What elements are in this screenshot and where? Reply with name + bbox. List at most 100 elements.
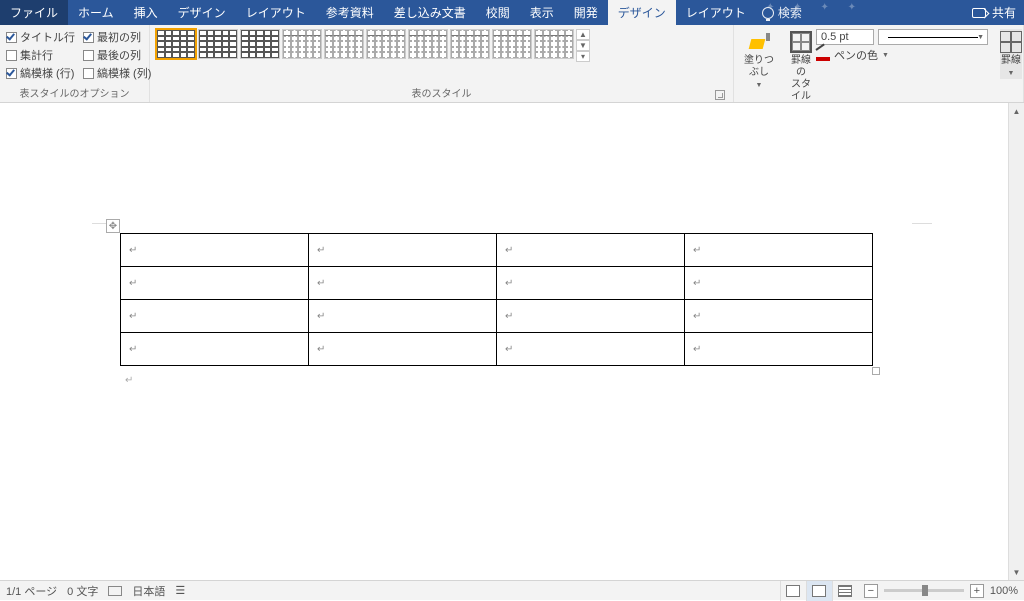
tab-table-design[interactable]: デザイン: [608, 0, 676, 25]
chk-first-col[interactable]: 最初の列: [83, 29, 151, 45]
table-cell[interactable]: ↵: [309, 333, 497, 366]
table-row[interactable]: ↵↵↵↵: [121, 234, 873, 267]
table-cell[interactable]: ↵: [121, 234, 309, 267]
zoom-slider[interactable]: [884, 589, 964, 592]
table-cell[interactable]: ↵: [497, 300, 685, 333]
accessibility-icon[interactable]: ☰: [175, 584, 185, 597]
share-icon: [972, 8, 986, 18]
gallery-scroll-up[interactable]: ▲: [576, 29, 590, 40]
pen-color-button[interactable]: ペンの色 ▼: [816, 47, 988, 63]
print-layout-icon: [812, 585, 826, 597]
table-move-handle[interactable]: ✥: [106, 219, 120, 233]
group-table-styles: ▲ ▼ ▾ 表のスタイル: [150, 25, 734, 102]
web-layout-icon: [838, 585, 852, 597]
table-cell[interactable]: ↵: [309, 300, 497, 333]
document-area[interactable]: ✥ ↵↵↵↵↵↵↵↵↵↵↵↵↵↵↵↵ ↵ ▲ ▼: [0, 103, 1024, 580]
table-style-thumb[interactable]: [534, 29, 574, 59]
document-table[interactable]: ↵↵↵↵↵↵↵↵↵↵↵↵↵↵↵↵: [120, 233, 873, 366]
table-row[interactable]: ↵↵↵↵: [121, 333, 873, 366]
view-read-mode[interactable]: [780, 581, 806, 601]
table-cell[interactable]: ↵: [497, 234, 685, 267]
table-resize-handle[interactable]: [872, 367, 880, 375]
zoom-percent[interactable]: 100%: [990, 585, 1018, 597]
tab-developer[interactable]: 開発: [564, 0, 608, 25]
tab-table-layout[interactable]: レイアウト: [676, 0, 756, 25]
language-indicator[interactable]: 日本語: [132, 583, 165, 599]
border-styles-button[interactable]: 罫線の スタイル ▼: [790, 29, 812, 112]
table-row[interactable]: ↵↵↵↵: [121, 300, 873, 333]
paragraph-mark: ↵: [125, 375, 133, 386]
view-web-layout[interactable]: [832, 581, 858, 601]
chk-last-col[interactable]: 最後の列: [83, 47, 151, 63]
gallery-expand[interactable]: ▾: [576, 51, 590, 62]
table-row[interactable]: ↵↵↵↵: [121, 267, 873, 300]
share-button[interactable]: 共有: [992, 4, 1016, 21]
checkbox-icon: [6, 32, 17, 43]
zoom-in-button[interactable]: +: [970, 584, 984, 598]
read-mode-icon: [786, 585, 800, 597]
chk-banded-cols[interactable]: 縞模様 (列): [83, 65, 151, 81]
table-cell[interactable]: ↵: [121, 267, 309, 300]
line-style-selector[interactable]: ▼: [878, 29, 988, 45]
vertical-scrollbar[interactable]: ▲ ▼: [1008, 103, 1024, 580]
chk-label: 縞模様 (列): [97, 65, 151, 81]
table-cell[interactable]: ↵: [309, 234, 497, 267]
table-cell[interactable]: ↵: [685, 267, 873, 300]
table-style-thumb[interactable]: [240, 29, 280, 59]
group-style-options: タイトル行 最初の列 集計行 最後の列 縞模様 (行) 縞模様 (列) 表スタイ…: [0, 25, 150, 102]
chk-label: 最後の列: [97, 47, 141, 63]
chk-banded-rows[interactable]: 縞模様 (行): [6, 65, 75, 81]
tab-insert[interactable]: 挿入: [124, 0, 168, 25]
btn-label: ペンの色: [834, 47, 878, 63]
table-cell[interactable]: ↵: [121, 300, 309, 333]
table-style-thumb[interactable]: [450, 29, 490, 59]
gallery-scroll-down[interactable]: ▼: [576, 40, 590, 51]
checkbox-icon: [83, 50, 94, 61]
table-style-thumb[interactable]: [198, 29, 238, 59]
checkbox-icon: [83, 32, 94, 43]
chk-total-row[interactable]: 集計行: [6, 47, 75, 63]
table-style-thumb[interactable]: [408, 29, 448, 59]
borders-grid-icon: [1000, 31, 1022, 53]
checkbox-icon: [6, 68, 17, 79]
borders-button[interactable]: 罫線▼: [1000, 29, 1022, 79]
margin-mark-right: [912, 223, 932, 224]
border-weight-selector[interactable]: 0.5 pt ▼: [816, 29, 988, 45]
zoom-slider-thumb[interactable]: [922, 585, 928, 596]
tab-file[interactable]: ファイル: [0, 0, 68, 25]
scroll-down-button[interactable]: ▼: [1009, 564, 1024, 580]
tab-design[interactable]: デザイン: [168, 0, 236, 25]
table-style-thumb[interactable]: [366, 29, 406, 59]
tab-home[interactable]: ホーム: [68, 0, 124, 25]
view-print-layout[interactable]: [806, 581, 832, 601]
table-cell[interactable]: ↵: [121, 333, 309, 366]
btn-label: 罫線の スタイル: [790, 55, 812, 103]
spellcheck-icon[interactable]: [108, 586, 122, 596]
btn-label: 罫線: [1001, 55, 1021, 66]
dialog-launcher-icon[interactable]: [715, 90, 725, 100]
table-cell[interactable]: ↵: [497, 333, 685, 366]
table-style-thumb[interactable]: [492, 29, 532, 59]
shading-button[interactable]: 塗りつぶし▼: [740, 29, 778, 91]
tab-layout[interactable]: レイアウト: [236, 0, 316, 25]
zoom-out-button[interactable]: −: [864, 584, 878, 598]
tab-references[interactable]: 参考資料: [316, 0, 384, 25]
table-cell[interactable]: ↵: [685, 300, 873, 333]
word-count[interactable]: 0 文字: [67, 583, 98, 599]
table-style-thumb[interactable]: [156, 29, 196, 59]
table-cell[interactable]: ↵: [309, 267, 497, 300]
table-style-thumb[interactable]: [324, 29, 364, 59]
table-cell[interactable]: ↵: [497, 267, 685, 300]
table-style-thumb[interactable]: [282, 29, 322, 59]
group-shading: 塗りつぶし▼: [734, 25, 784, 102]
btn-label: 塗りつぶし: [744, 55, 774, 78]
tab-view[interactable]: 表示: [520, 0, 564, 25]
scroll-up-button[interactable]: ▲: [1009, 103, 1024, 119]
page-indicator[interactable]: 1/1 ページ: [6, 583, 57, 599]
table-cell[interactable]: ↵: [685, 234, 873, 267]
tab-review[interactable]: 校閲: [476, 0, 520, 25]
menu-bar: ファイル ホーム 挿入 デザイン レイアウト 参考資料 差し込み文書 校閲 表示…: [0, 0, 1024, 25]
chk-title-row[interactable]: タイトル行: [6, 29, 75, 45]
table-cell[interactable]: ↵: [685, 333, 873, 366]
tab-mailmerge[interactable]: 差し込み文書: [384, 0, 476, 25]
